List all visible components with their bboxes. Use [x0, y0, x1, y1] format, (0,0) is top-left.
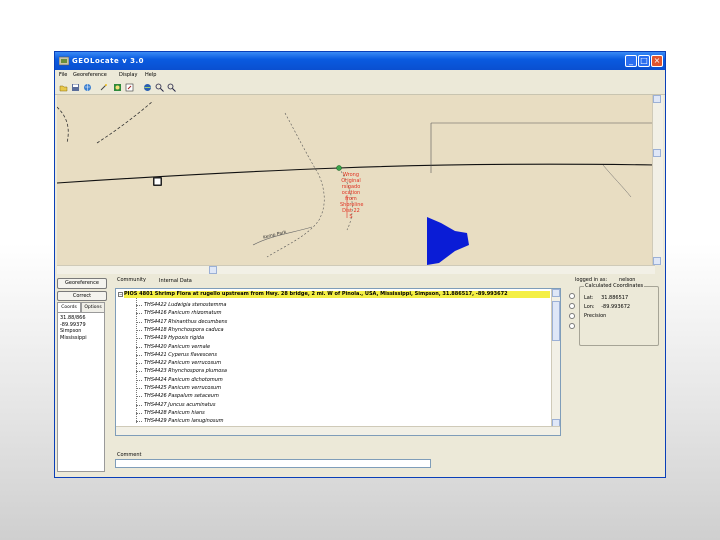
tree-scroll-thumb[interactable]	[552, 301, 560, 341]
zoom-out-icon[interactable]	[167, 83, 176, 92]
scroll-thumb-horizontal[interactable]	[209, 266, 217, 274]
comment-label: Comment	[117, 452, 142, 458]
tree-child-item[interactable]: THS4417 Rhinanthus decumbens	[144, 318, 227, 326]
tree-child-item[interactable]: THS4423 Rhynchospora plumosa	[144, 367, 227, 375]
left-panel: Georeference Correct Coords Options 31.8…	[57, 275, 109, 475]
tree-branch-line	[136, 321, 142, 323]
title-bar[interactable]: GEOLocate v 3.0 _ □ ×	[55, 52, 665, 70]
scroll-up-button[interactable]	[653, 95, 661, 103]
tree-branch-line	[136, 404, 142, 406]
comment-input[interactable]	[115, 459, 431, 468]
tree-horizontal-scrollbar[interactable]	[116, 426, 560, 435]
zoom-in-icon[interactable]	[155, 83, 164, 92]
close-button[interactable]: ×	[651, 55, 663, 67]
menu-georeference[interactable]: Georeference	[73, 70, 107, 81]
wand-icon[interactable]	[99, 83, 108, 92]
community-label: Community	[117, 277, 146, 283]
lon-label: Lon:	[584, 304, 595, 310]
lat-value: 31.886517	[601, 295, 629, 301]
tree-scroll-up-button[interactable]	[552, 289, 560, 297]
tree-root-record[interactable]: PIOS 4801 Shrimp Flora at rugello upstre…	[124, 291, 550, 298]
lon-row: Lon: -89.993672	[584, 304, 630, 310]
georeference-button[interactable]: Georeference	[57, 278, 107, 289]
tab-coords[interactable]: Coords	[57, 302, 81, 312]
map-horizontal-scrollbar[interactable]	[57, 265, 655, 274]
tree-branch-line	[136, 354, 142, 356]
tree-child-item[interactable]: THS4429 Panicum lanuginosum	[144, 417, 224, 425]
radio-option-2[interactable]	[569, 303, 575, 309]
state-value: Mississippi	[60, 334, 87, 341]
coords-tabs: Coords Options	[57, 302, 105, 312]
tree-branch-line	[136, 388, 142, 389]
calculated-coordinates-group: Calculated Coordinates Lat: 31.886517 Lo…	[579, 283, 659, 346]
menu-file[interactable]: File	[59, 70, 67, 81]
location-annotation: Wrong Original rsigado ocation from Shor…	[340, 172, 364, 220]
tree-child-item[interactable]: THS4419 Hypoxis rigida	[144, 334, 204, 342]
radio-option-4[interactable]	[569, 323, 575, 329]
menu-display[interactable]: Display	[119, 70, 137, 81]
map-icon[interactable]	[113, 83, 122, 92]
radio-option-1[interactable]	[569, 293, 575, 299]
tree-branch-line	[136, 305, 142, 306]
tree-child-item[interactable]: THS4421 Cyperus flavescens	[144, 351, 217, 359]
tree-branch-line	[136, 396, 142, 398]
tree-child-item[interactable]: THS4424 Panicum dichotomum	[144, 376, 223, 384]
tree-branch-line	[136, 371, 142, 373]
tree-header-label: Internal Data	[159, 278, 192, 284]
tree-branch-line	[136, 421, 142, 423]
tree-child-item[interactable]: THS4416 Panicum rhizomatum	[144, 309, 222, 317]
correct-button[interactable]: Correct	[57, 291, 107, 301]
radio-option-3[interactable]	[569, 313, 575, 319]
maximize-button[interactable]: □	[638, 55, 650, 67]
edit-icon[interactable]	[125, 83, 134, 92]
tab-options[interactable]: Options	[81, 302, 105, 312]
save-icon[interactable]	[71, 83, 80, 92]
route-shield-icon	[153, 177, 162, 186]
app-icon	[59, 56, 69, 66]
scroll-down-button[interactable]	[653, 257, 661, 265]
menu-bar: File Georeference Display Help	[55, 70, 665, 81]
lon-value: -89.993672	[601, 304, 631, 310]
right-panel: logged in as: nelson Calculated Coordina…	[567, 275, 663, 455]
map-marker[interactable]	[336, 165, 342, 171]
tree-child-item[interactable]: THS4420 Panicum vernale	[144, 343, 210, 351]
tree-branch-line	[136, 379, 142, 381]
window-title: GEOLocate v 3.0	[72, 57, 145, 65]
tree-child-item[interactable]: THS4422 Panicum verrucosum	[144, 359, 221, 367]
record-tree[interactable]: − PIOS 4801 Shrimp Flora at rugello upst…	[115, 288, 561, 436]
tree-branch-line	[136, 363, 142, 365]
open-icon[interactable]	[59, 83, 68, 92]
lat-label: Lat:	[584, 295, 594, 301]
tree-branch-line	[136, 338, 142, 340]
calc-title: Calculated Coordinates	[584, 283, 645, 289]
tree-child-item[interactable]: THS4422 Ludwigia stenostemma	[144, 301, 226, 309]
tree-branch-line	[136, 412, 142, 414]
tree-branch-line	[136, 329, 142, 331]
tree-child-item[interactable]: THS4425 Panicum verrucosum	[144, 384, 221, 392]
scroll-thumb[interactable]	[653, 149, 661, 157]
toolbar	[55, 81, 665, 95]
tree-child-item[interactable]: THS4428 Panicum hians	[144, 409, 205, 417]
tree-child-item[interactable]: THS4427 Juncus acuminatus	[144, 401, 215, 409]
tree-collapse-toggle[interactable]: −	[118, 292, 123, 297]
lat-row: Lat: 31.886517	[584, 295, 628, 301]
tree-child-item[interactable]: THS4418 Rhynchospora caduca	[144, 326, 224, 334]
precision-label: Precision	[584, 313, 607, 319]
tree-vertical-scrollbar[interactable]	[551, 289, 560, 435]
tree-branch-line	[136, 346, 142, 348]
coords-panel: 31.88/866 -89.99379 Simpson Mississippi	[57, 312, 105, 472]
map-vertical-scrollbar[interactable]	[652, 95, 663, 265]
application-window: GEOLocate v 3.0 _ □ × File Georeference …	[54, 51, 666, 478]
globe-icon[interactable]	[83, 83, 92, 92]
map-view[interactable]: Wrong Original rsigado ocation from Shor…	[57, 95, 655, 265]
tree-child-item[interactable]: THS4426 Paspalum setaceum	[144, 392, 219, 400]
minimize-button[interactable]: _	[625, 55, 637, 67]
tree-branch-line	[136, 313, 142, 315]
globe-small-icon[interactable]	[143, 83, 152, 92]
menu-help[interactable]: Help	[145, 70, 156, 81]
